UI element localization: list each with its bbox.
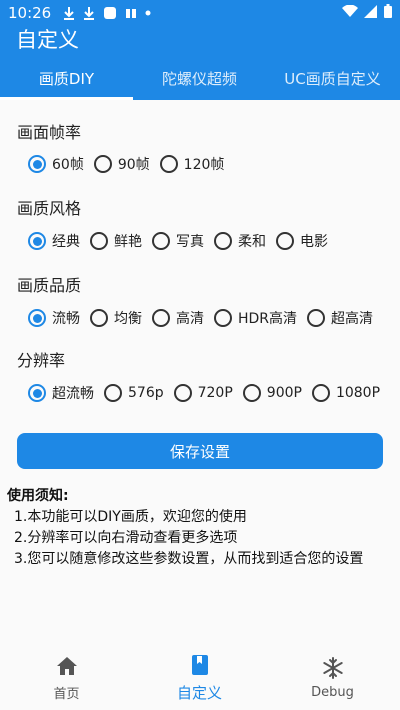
radio-checked-icon xyxy=(28,309,46,327)
nav-label-custom: 自定义 xyxy=(176,683,222,702)
tab-overflow-fade xyxy=(379,56,399,100)
radio-hd[interactable]: 高清 xyxy=(152,308,204,328)
radio-ultra-hd[interactable]: 超高清 xyxy=(307,308,373,328)
nav-item-custom[interactable]: 自定义 xyxy=(133,644,266,710)
save-settings-button[interactable]: 保存设置 xyxy=(17,433,383,469)
home-icon xyxy=(56,653,78,679)
radio-checked-icon xyxy=(28,232,46,250)
radio-group-resolution[interactable]: 超流畅 576p 720P 900P 1080P xyxy=(28,383,384,403)
radio-unchecked-icon xyxy=(307,309,326,327)
nav-item-debug[interactable]: Debug xyxy=(266,644,399,710)
radio-balanced[interactable]: 均衡 xyxy=(90,308,142,328)
radio-unchecked-icon xyxy=(93,155,112,173)
radio-classic[interactable]: 经典 xyxy=(28,231,80,251)
status-bar: 10:26 xyxy=(0,0,400,26)
radio-group-style: 经典 鲜艳 写真 柔和 电影 xyxy=(28,231,400,251)
radio-720p[interactable]: 720P xyxy=(173,384,233,402)
status-time: 10:26 xyxy=(8,4,52,22)
radio-unchecked-icon xyxy=(104,384,122,402)
settings-content: 画面帧率 60帧 90帧 120帧 画质风格 经典 鲜艳 写真 柔和 电影 画质… xyxy=(0,100,400,644)
snowflake-icon xyxy=(322,655,344,681)
radio-group-frame-rate: 60帧 90帧 120帧 xyxy=(28,154,400,174)
battery-icon xyxy=(384,4,392,22)
usage-note-item: 2.分辨率可以向右滑动查看更多选项 xyxy=(14,530,238,546)
radio-ultra-smooth[interactable]: 超流畅 xyxy=(28,383,94,403)
section-label-resolution: 分辨率 xyxy=(17,351,66,370)
radio-group-quality: 流畅 均衡 高清 HDR高清 超高清 xyxy=(28,308,400,328)
radio-checked-icon xyxy=(28,155,46,173)
radio-60fps[interactable]: 60帧 xyxy=(28,154,84,174)
radio-hdr-hd[interactable]: HDR高清 xyxy=(214,308,297,328)
radio-checked-icon xyxy=(28,384,46,402)
radio-unchecked-icon xyxy=(311,384,330,402)
tab-uc-quality-custom[interactable]: UC画质自定义 xyxy=(266,56,399,100)
radio-unchecked-icon xyxy=(173,384,192,402)
usage-notes-title: 使用须知: xyxy=(7,488,69,504)
radio-movie[interactable]: 电影 xyxy=(276,231,328,251)
nav-label-home: 首页 xyxy=(53,686,80,702)
top-app-bar: 10:26 自定义 画质DIY 陀螺仪超频 UC画质自定义 xyxy=(0,0,400,100)
radio-90fps[interactable]: 90帧 xyxy=(93,154,150,174)
section-label-frame-rate: 画面帧率 xyxy=(17,123,82,142)
section-label-style: 画质风格 xyxy=(17,199,82,218)
radio-soft[interactable]: 柔和 xyxy=(214,231,266,251)
radio-vivid[interactable]: 鲜艳 xyxy=(90,231,142,251)
signal-icon xyxy=(364,4,378,22)
radio-unchecked-icon xyxy=(214,232,232,250)
book-notification-icon xyxy=(125,7,137,19)
download-icon xyxy=(83,6,95,20)
radio-unchecked-icon xyxy=(90,309,108,327)
nav-label-debug: Debug xyxy=(311,684,354,700)
radio-120fps[interactable]: 120帧 xyxy=(159,154,224,174)
radio-unchecked-icon xyxy=(90,232,108,250)
wifi-icon xyxy=(342,4,358,22)
page-title: 自定义 xyxy=(16,28,79,52)
app-notification-icon xyxy=(103,6,117,20)
radio-unchecked-icon xyxy=(152,309,170,327)
radio-unchecked-icon xyxy=(214,309,232,327)
tab-quality-diy[interactable]: 画质DIY xyxy=(0,56,133,100)
download-icon xyxy=(63,6,75,20)
radio-1080p[interactable]: 1080P xyxy=(311,384,380,402)
radio-576p[interactable]: 576p xyxy=(104,384,164,402)
dot-icon xyxy=(145,10,151,16)
tab-gyroscope-overclock[interactable]: 陀螺仪超频 xyxy=(133,56,266,100)
radio-smooth[interactable]: 流畅 xyxy=(28,308,80,328)
tab-bar: 画质DIY 陀螺仪超频 UC画质自定义 xyxy=(0,56,400,100)
usage-note-item: 3.您可以随意修改这些参数设置，从而找到适合您的设置 xyxy=(14,551,364,567)
radio-unchecked-icon xyxy=(152,232,170,250)
radio-unchecked-icon xyxy=(159,155,178,173)
radio-realistic[interactable]: 写真 xyxy=(152,231,204,251)
radio-unchecked-icon xyxy=(276,232,294,250)
radio-unchecked-icon xyxy=(242,384,261,402)
radio-900p[interactable]: 900P xyxy=(242,384,302,402)
section-label-quality: 画质品质 xyxy=(17,276,82,295)
usage-notes: 使用须知: 1.本功能可以DIY画质，欢迎您的使用 2.分辨率可以向右滑动查看更… xyxy=(7,486,397,570)
nav-item-home[interactable]: 首页 xyxy=(0,644,133,710)
bottom-navigation: 首页 自定义 Debug xyxy=(0,644,400,710)
book-icon xyxy=(191,652,209,678)
usage-note-item: 1.本功能可以DIY画质，欢迎您的使用 xyxy=(14,509,247,525)
